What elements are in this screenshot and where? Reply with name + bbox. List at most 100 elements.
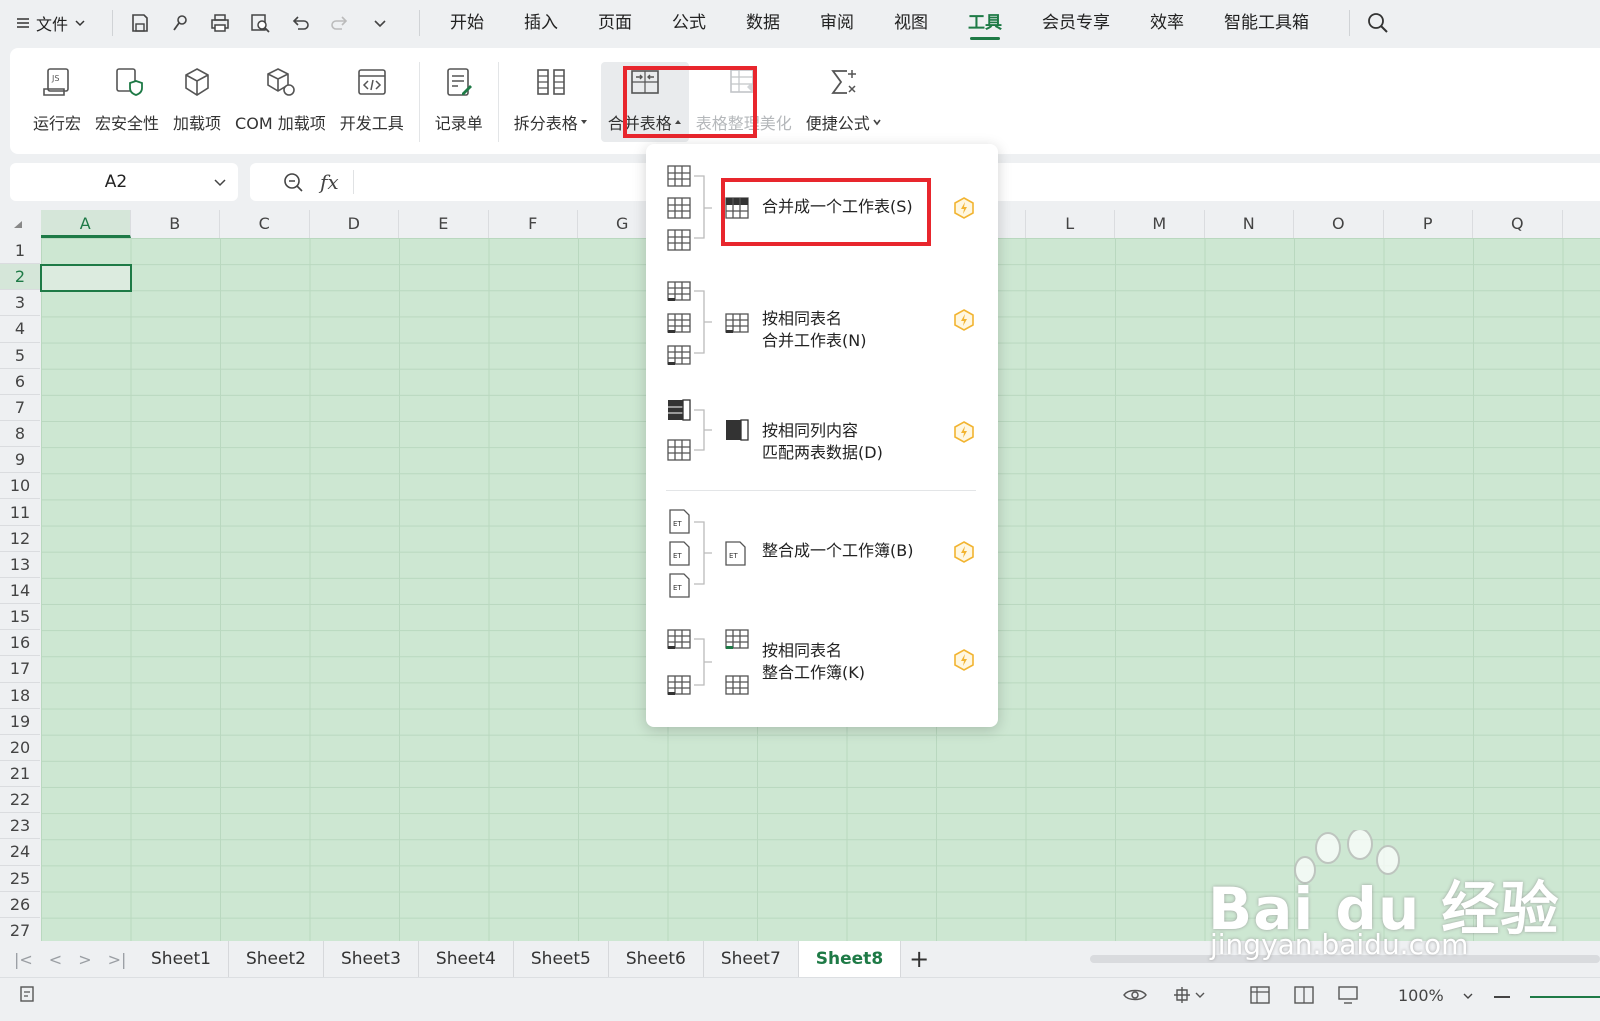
row-header[interactable]: 19: [0, 709, 40, 735]
sheet-tab-6[interactable]: Sheet6: [609, 941, 704, 977]
last-sheet-icon[interactable]: >|: [108, 950, 127, 969]
tab-home[interactable]: 开始: [430, 0, 504, 46]
sheet-tab-2[interactable]: Sheet2: [229, 941, 324, 977]
next-sheet-icon[interactable]: >: [78, 950, 91, 969]
row-header[interactable]: 3: [0, 290, 40, 317]
match-by-same-column-item[interactable]: 按相同列内容 匹配两表数据(D): [646, 380, 998, 490]
row-header[interactable]: 18: [0, 683, 40, 709]
row-header[interactable]: 10: [0, 473, 40, 500]
tab-tools[interactable]: 工具: [948, 0, 1022, 46]
tab-review[interactable]: 审阅: [800, 0, 874, 46]
run-macro-button[interactable]: JS 运行宏: [26, 62, 88, 142]
column-header[interactable]: L: [1026, 210, 1115, 238]
format-painter-icon[interactable]: [169, 12, 191, 34]
label-line-1: 按相同表名: [762, 641, 843, 660]
search-button[interactable]: [1349, 10, 1390, 36]
row-header[interactable]: 17: [0, 656, 40, 683]
active-cell-a2[interactable]: [40, 264, 132, 292]
row-header[interactable]: 16: [0, 630, 40, 657]
record-form-button[interactable]: 记录单: [428, 62, 490, 142]
addin-button[interactable]: 加载项: [166, 62, 228, 142]
zoom-level[interactable]: 100%: [1398, 986, 1474, 1005]
sheet-tab-8[interactable]: Sheet8: [798, 941, 902, 977]
com-addin-button[interactable]: COM 加载项: [228, 62, 333, 142]
row-header[interactable]: 15: [0, 604, 40, 631]
file-menu[interactable]: 文件: [16, 11, 86, 35]
row-header[interactable]: 24: [0, 839, 40, 866]
column-header[interactable]: A: [41, 210, 131, 238]
chevron-down-icon[interactable]: [369, 12, 391, 34]
developer-tools-button[interactable]: 开发工具: [333, 62, 411, 142]
row-header[interactable]: 4: [0, 316, 40, 343]
sheet-tab-7[interactable]: Sheet7: [704, 941, 799, 977]
combine-workbook-by-name-item[interactable]: 按相同表名 整合工作簿(K): [646, 612, 998, 712]
row-header[interactable]: 8: [0, 421, 40, 448]
row-header[interactable]: 14: [0, 578, 40, 605]
row-header[interactable]: 5: [0, 343, 40, 369]
freeze-panes-icon[interactable]: [1172, 984, 1206, 1006]
undo-icon[interactable]: [289, 12, 311, 34]
eye-protection-icon[interactable]: [1122, 984, 1148, 1006]
row-header[interactable]: 13: [0, 552, 40, 578]
add-sheet-button[interactable]: +: [909, 945, 929, 973]
menu-bar: 文件 开始 插入 页面 公式 数据 审阅 视图 工具 会员专享 效率 智能工具箱: [0, 0, 1600, 46]
row-header[interactable]: 26: [0, 892, 40, 918]
row-header[interactable]: 21: [0, 761, 40, 788]
tab-insert[interactable]: 插入: [504, 0, 578, 46]
row-header[interactable]: 9: [0, 447, 40, 474]
tab-smart-toolbox[interactable]: 智能工具箱: [1204, 0, 1329, 46]
row-header[interactable]: 7: [0, 395, 40, 422]
column-header[interactable]: E: [399, 210, 489, 238]
column-header[interactable]: Q: [1473, 210, 1563, 238]
print-preview-icon[interactable]: [249, 12, 271, 34]
row-header[interactable]: 12: [0, 526, 40, 552]
row-header[interactable]: 11: [0, 500, 40, 526]
addin-cube-icon: [185, 68, 209, 96]
column-header[interactable]: P: [1384, 210, 1473, 238]
select-all-corner[interactable]: [0, 210, 40, 238]
tab-efficiency[interactable]: 效率: [1130, 0, 1204, 46]
column-header[interactable]: D: [310, 210, 399, 238]
row-header[interactable]: 22: [0, 787, 40, 814]
column-header[interactable]: C: [220, 210, 310, 238]
column-header[interactable]: N: [1205, 210, 1294, 238]
sheet-tab-1[interactable]: Sheet1: [134, 941, 229, 977]
tab-formulas[interactable]: 公式: [652, 0, 726, 46]
sheet-tab-4[interactable]: Sheet4: [419, 941, 514, 977]
row-header[interactable]: 2: [0, 264, 40, 291]
macro-record-icon[interactable]: [18, 984, 40, 1006]
tab-data[interactable]: 数据: [726, 0, 800, 46]
redo-icon[interactable]: [329, 12, 351, 34]
normal-view-icon[interactable]: [1248, 984, 1272, 1006]
sheet-tab-5[interactable]: Sheet5: [514, 941, 609, 977]
zoom-out-button[interactable]: [1494, 996, 1510, 998]
column-header[interactable]: B: [131, 210, 220, 238]
insert-function-button[interactable]: fx: [320, 170, 354, 194]
row-header[interactable]: 1: [0, 238, 40, 265]
tab-page[interactable]: 页面: [578, 0, 652, 46]
combine-into-one-workbook-item[interactable]: ET ET ET ET 整合成一个工作簿(B): [646, 500, 998, 600]
merge-by-same-sheet-name-item[interactable]: 按相同表名 合并工作表(N): [646, 268, 998, 378]
macro-security-button[interactable]: 宏安全性: [88, 62, 166, 142]
tab-member[interactable]: 会员专享: [1022, 0, 1130, 46]
column-header[interactable]: O: [1294, 210, 1384, 238]
print-icon[interactable]: [209, 12, 231, 34]
column-header[interactable]: M: [1115, 210, 1205, 238]
zoom-lookup-icon[interactable]: [282, 171, 304, 193]
first-sheet-icon[interactable]: |<: [14, 950, 33, 969]
split-table-button[interactable]: 拆分表格: [507, 62, 595, 142]
sheet-tab-3[interactable]: Sheet3: [324, 941, 419, 977]
name-box[interactable]: A2: [10, 163, 238, 201]
quick-formula-button[interactable]: 便捷公式: [799, 62, 889, 142]
page-layout-view-icon[interactable]: [1336, 984, 1360, 1006]
tab-view[interactable]: 视图: [874, 0, 948, 46]
row-header[interactable]: 23: [0, 813, 40, 840]
prev-sheet-icon[interactable]: <: [49, 950, 62, 969]
save-icon[interactable]: [129, 12, 151, 34]
row-header[interactable]: 20: [0, 735, 40, 761]
page-break-view-icon[interactable]: [1292, 984, 1316, 1006]
zoom-slider[interactable]: [1530, 996, 1600, 998]
row-header[interactable]: 25: [0, 866, 40, 892]
row-header[interactable]: 6: [0, 369, 40, 395]
column-header[interactable]: F: [489, 210, 578, 238]
